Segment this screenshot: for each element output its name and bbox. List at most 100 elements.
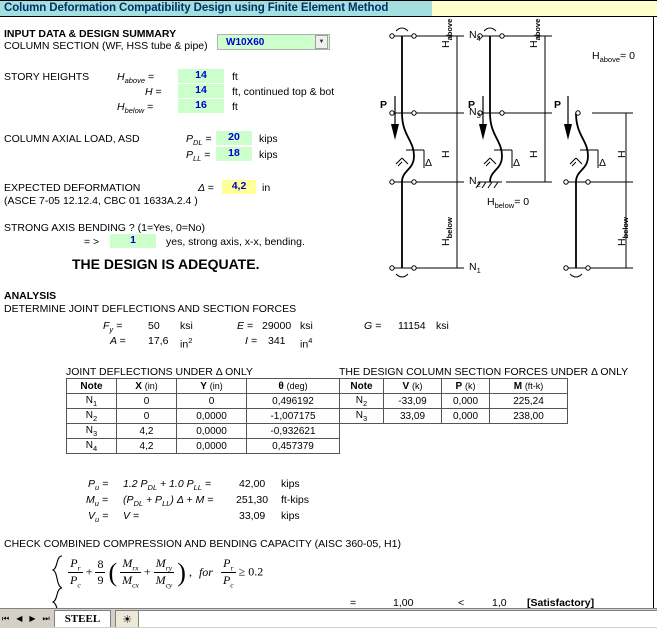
i-unit: in4 [300, 336, 313, 351]
table-row: N1 0 0 0,496192 [66, 393, 340, 409]
e-symbol: E = [237, 320, 254, 332]
delta-symbol: Δ = [198, 182, 214, 194]
forces-table-caption: THE DESIGN COLUMN SECTION FORCES UNDER Δ… [339, 366, 629, 378]
h-above-input[interactable]: 14 [178, 69, 224, 83]
cell-v: 33,09 [383, 408, 442, 424]
fy-value: 50 [148, 320, 160, 332]
cell-x: 4,2 [116, 423, 177, 439]
h-below-input[interactable]: 16 [178, 99, 224, 113]
cell-theta: 0,457379 [246, 438, 340, 454]
diagram-label-n4: N4 [469, 29, 481, 44]
h-symbol: H = [145, 86, 162, 98]
pu-value: 42,00 [239, 478, 266, 490]
pll-symbol: PLL = [186, 149, 211, 164]
diagram-label-delta-2: Δ [513, 157, 521, 169]
plus-sign-2: + [143, 564, 151, 579]
h-below-symbol: Hbelow = [117, 101, 154, 116]
e-unit: ksi [300, 320, 313, 332]
cell-p: 0,000 [441, 393, 490, 409]
vu-value: 33,09 [239, 510, 266, 522]
cell-m: 238,00 [489, 408, 568, 424]
table-row: N4 4,2 0,0000 0,457379 [66, 438, 340, 454]
col-y: Y (in) [176, 378, 247, 394]
next-sheet-icon[interactable]: ▶ [29, 614, 35, 623]
column-section-label: COLUMN SECTION (WF, HSS tube & pipe) [4, 40, 208, 52]
cell-p: 0,000 [441, 408, 490, 424]
table-row: N3 33,09 0,000 238,00 [339, 408, 568, 424]
right-border [653, 17, 657, 608]
sheet-tab-steel[interactable]: STEEL [53, 610, 112, 627]
axial-load-label: COLUMN AXIAL LOAD, ASD [4, 133, 140, 145]
vu-unit: kips [281, 510, 300, 522]
fy-unit: ksi [180, 320, 193, 332]
diagram-label-delta-1: Δ [425, 157, 433, 169]
cell-x: 0 [116, 408, 177, 424]
paren-close: ) [177, 557, 186, 587]
cell-note: N2 [339, 393, 384, 409]
h-unit: ft, continued top & bot [232, 86, 335, 98]
sheet-title-bar: Column Deformation Compatibility Design … [0, 0, 657, 17]
strong-axis-input[interactable]: 1 [110, 234, 156, 248]
table-row: N2 0 0,0000 -1,007175 [66, 408, 340, 424]
comma: , [188, 564, 192, 579]
diagram-label-delta-3: Δ [599, 157, 607, 169]
col-theta: θ (deg) [246, 378, 340, 394]
delta-unit: in [262, 182, 271, 194]
first-sheet-icon[interactable]: ⏮ [2, 614, 9, 624]
table-row: N2 -33,09 0,000 225,24 [339, 393, 568, 409]
table-header-row: Note V (k) P (k) M (ft-k) [339, 378, 568, 394]
diagram-label-n2: N2 [469, 175, 481, 190]
g-symbol: G = [364, 320, 382, 332]
diagram-case-3 [563, 96, 633, 278]
vu-formula: V = [123, 510, 140, 522]
pdl-symbol: PDL = [186, 133, 212, 148]
chevron-down-icon[interactable]: ▼ [315, 35, 328, 49]
g-unit: ksi [436, 320, 449, 332]
analysis-subheading: DETERMINE JOINT DEFLECTIONS AND SECTION … [4, 303, 297, 315]
pll-input[interactable]: 18 [216, 147, 252, 161]
cell-theta: 0,496192 [246, 393, 340, 409]
cell-x: 4,2 [116, 438, 177, 454]
area-value: 17,6 [148, 335, 169, 347]
plus-sign-1: + [85, 564, 93, 579]
pdl-input[interactable]: 20 [216, 131, 252, 145]
diagram-label-h-below-zero: Hbelow= 0 [487, 196, 530, 211]
forces-table: Note V (k) P (k) M (ft-k) N2 -33,09 0,00… [339, 378, 568, 424]
cell-v: -33,09 [383, 393, 442, 409]
area-unit: in2 [180, 336, 193, 351]
col-x: X (in) [116, 378, 177, 394]
fy-symbol: Fy = [103, 320, 123, 335]
mu-unit: ft-kips [281, 494, 310, 506]
strong-axis-label: STRONG AXIS BENDING ? (1=Yes, 0=No) [4, 222, 205, 234]
column-section-dropdown[interactable]: W10X60 ▼ [217, 34, 330, 50]
last-sheet-icon[interactable]: ⏭ [43, 614, 50, 624]
h-below-unit: ft [232, 101, 238, 113]
deflection-table: Note X (in) Y (in) θ (deg) N1 0 0 0,4961… [66, 378, 340, 454]
sheet-nav-buttons[interactable]: ⏮ ◀ ▶ ⏭ [0, 614, 50, 624]
for-keyword: for [198, 564, 213, 579]
prev-sheet-icon[interactable]: ◀ [16, 614, 22, 623]
analysis-heading: ANALYSIS [4, 290, 57, 302]
vu-symbol: Vu = [88, 510, 109, 525]
sheet-tab-bar: ⏮ ◀ ▶ ⏭ STEEL ☀ [0, 608, 657, 628]
cell-y: 0,0000 [176, 408, 247, 424]
i-symbol: I = [245, 335, 257, 347]
mry-over-mcy-term: Mry Mcy [153, 556, 175, 590]
diagram-label-h-above-1: Habove [440, 18, 455, 48]
diagram-label-h-2: H [528, 150, 540, 158]
pr-over-pc-term: Pr Pc [68, 556, 83, 590]
cell-y: 0,0000 [176, 438, 247, 454]
h-input[interactable]: 14 [178, 84, 224, 98]
condition-threshold: ≥ 0.2 [238, 564, 264, 579]
cell-note: N3 [66, 423, 117, 439]
delta-input[interactable]: 4,2 [222, 180, 256, 194]
interaction-equation: Pr Pc + 8 9 ( Mrx Mcx + Mry Mcy ) , for … [48, 552, 298, 612]
strong-axis-arrow: = > [84, 236, 100, 248]
sheet-tab-empty-area [139, 610, 657, 627]
add-sheet-tab[interactable]: ☀ [115, 610, 140, 627]
area-symbol: A = [110, 335, 126, 347]
diagram-label-h-above-2: Habove [528, 18, 543, 48]
i-value: 341 [268, 335, 286, 347]
diagram-label-p-2: P [468, 99, 476, 111]
eight-ninths-term: 8 9 [95, 557, 106, 588]
